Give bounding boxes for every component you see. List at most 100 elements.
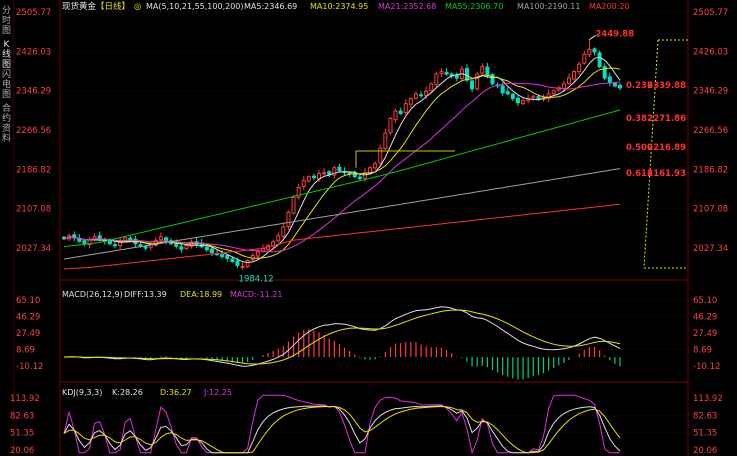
candle-body bbox=[220, 254, 225, 258]
macd-y-tick-left: -10.12 bbox=[16, 362, 43, 372]
candle-body bbox=[158, 236, 163, 241]
macd-dea-line bbox=[63, 309, 621, 365]
candle-body bbox=[607, 76, 612, 84]
candle-body bbox=[408, 98, 413, 105]
candle-body bbox=[485, 66, 490, 76]
main-y-tick-right: 2027.34 bbox=[693, 244, 728, 254]
candle-body bbox=[378, 147, 383, 164]
candle-body bbox=[276, 235, 281, 242]
kdj-legend-item: K:28.26 bbox=[112, 388, 143, 397]
fib-price-label: 2271.86 bbox=[647, 114, 686, 124]
candle-body bbox=[128, 237, 133, 241]
kdj-y-tick-right: 82.63 bbox=[693, 411, 717, 421]
main-y-tick-right: 2505.77 bbox=[693, 8, 728, 18]
chart-stage[interactable]: 分时图 K线图 闪电图 合约资料 2505.77 2505.77 2426.03 24… bbox=[0, 0, 737, 456]
candle-body bbox=[82, 240, 87, 245]
kdj-legend-item: D:36.27 bbox=[160, 388, 192, 397]
kdj-y-tick-left: 51.35 bbox=[10, 429, 34, 439]
settings-icon[interactable]: ◎ bbox=[134, 2, 141, 12]
ma-legend-item: MA5:2346.69 bbox=[244, 2, 297, 11]
candle-body bbox=[281, 226, 286, 237]
candle-body bbox=[398, 110, 403, 115]
main-y-tick-left: 2186.82 bbox=[16, 165, 51, 175]
candle-body bbox=[204, 246, 209, 251]
main-y-tick-left: 2505.77 bbox=[16, 8, 51, 18]
high-label: 2449.88 bbox=[595, 30, 634, 40]
candle-body bbox=[424, 90, 429, 97]
kdj-y-tick-right: 113.92 bbox=[693, 394, 723, 404]
candle-body bbox=[403, 103, 408, 114]
candle-body bbox=[480, 66, 485, 74]
candle-body bbox=[388, 117, 393, 134]
kdj-legend-item: KDJ(9,3,3) bbox=[62, 388, 102, 397]
fib-price-label: 2161.93 bbox=[647, 169, 686, 179]
main-y-tick-right: 2107.08 bbox=[693, 205, 728, 215]
candle-body bbox=[301, 180, 306, 188]
macd-legend-item: MACD(26,12,9) bbox=[62, 290, 123, 299]
candle-body bbox=[521, 100, 526, 105]
main-y-tick-left: 2426.03 bbox=[16, 47, 51, 57]
candle-body bbox=[582, 53, 587, 64]
candle-body bbox=[572, 71, 577, 80]
candle-body bbox=[306, 176, 311, 182]
candle-body bbox=[592, 48, 597, 53]
ma-legend-item: MA100:2190.11 bbox=[517, 2, 580, 11]
candle-body bbox=[531, 95, 536, 99]
macd-y-tick-right: 27.49 bbox=[693, 329, 717, 339]
fib-price-label: 2339.88 bbox=[647, 81, 686, 91]
ma-legend-item: MA55:2306.70 bbox=[445, 2, 503, 11]
ma-legend-item: MA21:2352.68 bbox=[378, 2, 436, 11]
candle-body bbox=[245, 259, 250, 267]
candle-body bbox=[561, 83, 566, 89]
main-y-tick-right: 2266.56 bbox=[693, 126, 728, 136]
candle-body bbox=[454, 74, 459, 79]
ma-legend-item: MA10:2374.95 bbox=[310, 2, 368, 11]
candle-body bbox=[164, 237, 169, 242]
ma-legend-item: MA200:20 bbox=[589, 2, 630, 11]
candle-body bbox=[419, 94, 424, 97]
candle-body bbox=[240, 265, 245, 268]
candle-body bbox=[97, 235, 102, 240]
candle-body bbox=[434, 73, 439, 85]
candle-body bbox=[505, 91, 510, 95]
candle-body bbox=[393, 110, 398, 120]
candle-body bbox=[357, 176, 362, 180]
kdj-y-tick-right: 51.35 bbox=[693, 429, 717, 439]
main-y-tick-right: 2346.29 bbox=[693, 87, 728, 97]
candle-body bbox=[470, 80, 475, 90]
macd-legend-item: MACD:-11.21 bbox=[230, 290, 282, 299]
candle-body bbox=[225, 255, 230, 260]
macd-y-tick-right: 8.69 bbox=[693, 345, 712, 355]
ma55-line bbox=[63, 109, 621, 248]
fib-price-label: 2216.89 bbox=[647, 143, 686, 153]
candle-body bbox=[612, 82, 617, 87]
candle-body bbox=[566, 77, 571, 84]
kdj-y-tick-right: 20.06 bbox=[693, 446, 717, 456]
macd-diff-line bbox=[63, 306, 621, 367]
instrument-title: 现货黄金 bbox=[62, 1, 97, 12]
candle-body bbox=[322, 172, 327, 175]
candle-body bbox=[439, 71, 444, 75]
candle-body bbox=[597, 52, 602, 68]
main-y-tick-right: 2186.82 bbox=[693, 165, 728, 175]
candle-body bbox=[587, 48, 592, 56]
candle-body bbox=[107, 240, 112, 245]
macd-legend-item: DEA:18.99 bbox=[180, 290, 222, 299]
candle-body bbox=[413, 93, 418, 99]
ma5-line bbox=[63, 56, 621, 264]
candle-body bbox=[255, 251, 260, 257]
candle-body bbox=[383, 132, 388, 150]
candle-body bbox=[464, 68, 469, 81]
kdj-y-tick-left: 20.06 bbox=[10, 446, 34, 456]
candle-body bbox=[235, 260, 240, 266]
period-label: 【日线】 bbox=[96, 1, 130, 12]
candle-body bbox=[618, 84, 622, 89]
main-y-tick-left: 2027.34 bbox=[16, 244, 51, 254]
candle-body bbox=[113, 244, 118, 247]
candle-body bbox=[551, 90, 556, 95]
main-y-tick-left: 2346.29 bbox=[16, 87, 51, 97]
candle-body bbox=[500, 85, 505, 94]
ma-legend-item: MA(5,10,21,55,100,200) bbox=[146, 2, 244, 11]
ma21-line bbox=[63, 81, 621, 253]
candle-body bbox=[143, 245, 148, 249]
